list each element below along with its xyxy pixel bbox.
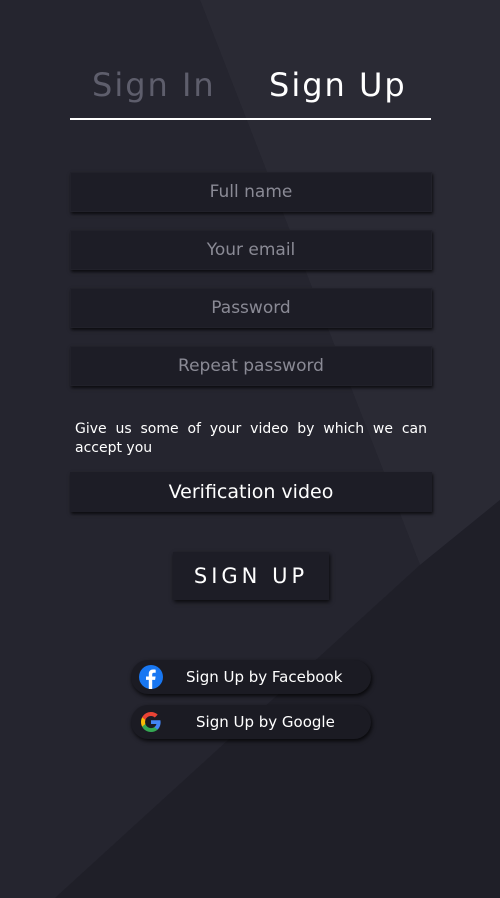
tab-sign-in[interactable]: Sign In (92, 66, 216, 104)
email-field-box (70, 230, 432, 270)
google-icon (141, 712, 161, 732)
google-signup-button[interactable]: Sign Up by Google (131, 705, 371, 739)
repeat-password-field-box (70, 346, 432, 386)
full-name-input[interactable] (70, 172, 432, 212)
sign-up-button[interactable]: SIGN UP (173, 552, 329, 600)
signup-screen: Sign In Sign Up Give us some of your vid… (0, 0, 500, 898)
google-signup-label: Sign Up by Google (196, 713, 335, 731)
email-input[interactable] (70, 230, 432, 270)
sign-up-button-label: SIGN UP (193, 564, 309, 588)
verification-video-label: Verification video (168, 481, 334, 503)
repeat-password-input[interactable] (70, 346, 432, 386)
password-field-box (70, 288, 432, 328)
tab-sign-up[interactable]: Sign Up (269, 66, 407, 104)
auth-tabs: Sign In Sign Up (70, 60, 431, 120)
facebook-signup-button[interactable]: Sign Up by Facebook (131, 660, 371, 694)
verification-video-note: Give us some of your video by which we c… (75, 421, 427, 456)
password-input[interactable] (70, 288, 432, 328)
full-name-field-box (70, 172, 432, 212)
facebook-signup-label: Sign Up by Facebook (186, 668, 343, 686)
verification-video-button[interactable]: Verification video (70, 472, 432, 512)
facebook-icon (139, 665, 163, 689)
